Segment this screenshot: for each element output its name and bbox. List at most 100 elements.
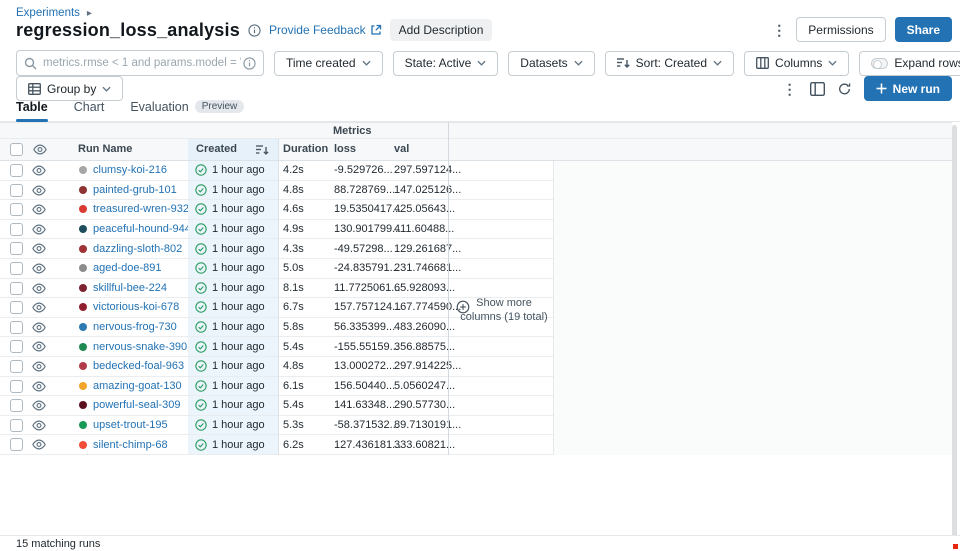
row-visibility-eye-icon[interactable]: [32, 438, 46, 451]
run-metric-val: 411.60488...: [394, 220, 454, 239]
side-panel-icon[interactable]: [810, 82, 825, 96]
row-visibility-eye-icon[interactable]: [32, 164, 46, 177]
row-visibility-eye-icon[interactable]: [32, 184, 46, 197]
row-visibility-eye-icon[interactable]: [32, 399, 46, 412]
expand-rows-toggle[interactable]: [871, 58, 888, 69]
search-input[interactable]: [43, 57, 241, 69]
run-name-link[interactable]: clumsy-koi-216: [93, 164, 167, 176]
column-header-loss[interactable]: loss: [334, 143, 356, 155]
table-row: amazing-goat-130 1 hour ago 6.1s 156.504…: [0, 377, 553, 397]
run-metric-val: 333.60821...: [394, 435, 455, 454]
run-name-link[interactable]: painted-grub-101: [93, 184, 177, 196]
row-checkbox[interactable]: [10, 321, 23, 334]
row-visibility-eye-icon[interactable]: [32, 203, 46, 216]
row-visibility-eye-icon[interactable]: [32, 282, 46, 295]
run-metric-loss: 127.436181...: [334, 435, 401, 454]
run-success-status-icon: [195, 243, 207, 255]
select-all-checkbox[interactable]: [10, 143, 23, 156]
run-metric-loss: 156.50440...: [334, 377, 395, 396]
overflow-menu-icon[interactable]: ⋮: [771, 18, 787, 42]
run-name-link[interactable]: skillful-bee-224: [93, 282, 167, 294]
state-filter-button[interactable]: State: Active: [393, 51, 499, 76]
run-duration: 5.8s: [283, 318, 304, 337]
run-name-link[interactable]: nervous-frog-730: [93, 321, 177, 333]
run-metric-loss: -58.371532...: [334, 416, 399, 435]
sort-descending-icon[interactable]: [256, 144, 269, 156]
row-visibility-eye-icon[interactable]: [32, 380, 46, 393]
run-name-link[interactable]: amazing-goat-130: [93, 380, 182, 392]
run-name-link[interactable]: aged-doe-891: [93, 262, 162, 274]
row-visibility-eye-icon[interactable]: [32, 242, 46, 255]
provide-feedback-link[interactable]: Provide Feedback: [269, 23, 382, 37]
run-name-link[interactable]: peaceful-hound-944: [93, 223, 191, 235]
row-checkbox[interactable]: [10, 223, 23, 236]
column-header-created[interactable]: Created: [196, 143, 237, 155]
row-checkbox[interactable]: [10, 164, 23, 177]
row-visibility-eye-icon[interactable]: [32, 321, 46, 334]
row-visibility-eye-icon[interactable]: [32, 301, 46, 314]
row-checkbox[interactable]: [10, 438, 23, 451]
tab-table[interactable]: Table: [16, 96, 48, 121]
refresh-icon[interactable]: [837, 82, 852, 96]
row-checkbox[interactable]: [10, 360, 23, 373]
row-visibility-eye-icon[interactable]: [32, 262, 46, 275]
share-button[interactable]: Share: [895, 17, 952, 42]
tab-evaluation[interactable]: Evaluation Preview: [130, 96, 244, 121]
run-success-status-icon: [195, 419, 207, 431]
run-name-link[interactable]: silent-chimp-68: [93, 439, 168, 451]
visibility-header-eye-icon[interactable]: [33, 143, 47, 156]
row-checkbox[interactable]: [10, 184, 23, 197]
permissions-button[interactable]: Permissions: [796, 17, 885, 42]
add-description-button[interactable]: Add Description: [390, 19, 493, 41]
run-color-dot: [79, 401, 87, 409]
row-checkbox[interactable]: [10, 340, 23, 353]
run-color-dot: [79, 441, 87, 449]
run-name-link[interactable]: upset-trout-195: [93, 419, 168, 431]
run-duration: 4.9s: [283, 220, 304, 239]
row-checkbox[interactable]: [10, 301, 23, 314]
row-visibility-eye-icon[interactable]: [32, 340, 46, 353]
row-checkbox[interactable]: [10, 282, 23, 295]
run-name-link[interactable]: bedecked-foal-963: [93, 360, 184, 372]
column-header-duration[interactable]: Duration: [283, 143, 328, 155]
column-header-run-name[interactable]: Run Name: [78, 143, 132, 155]
row-checkbox[interactable]: [10, 203, 23, 216]
table-row: upset-trout-195 1 hour ago 5.3s -58.3715…: [0, 416, 553, 436]
matching-runs-count: 15 matching runs: [16, 538, 100, 550]
run-metric-loss: -9.529726...: [334, 161, 393, 180]
row-visibility-eye-icon[interactable]: [32, 419, 46, 432]
table-row: treasured-wren-932 1 hour ago 4.6s 19.53…: [0, 200, 553, 220]
row-checkbox[interactable]: [10, 242, 23, 255]
breadcrumb-experiments-link[interactable]: Experiments: [16, 7, 80, 19]
row-checkbox[interactable]: [10, 399, 23, 412]
vertical-scrollbar[interactable]: [952, 125, 957, 540]
datasets-filter-button[interactable]: Datasets: [508, 51, 594, 76]
time-created-filter-button[interactable]: Time created: [274, 51, 383, 76]
column-header-val[interactable]: val: [394, 143, 409, 155]
row-visibility-eye-icon[interactable]: [32, 360, 46, 373]
search-box: [16, 50, 264, 76]
grid-line: [448, 122, 449, 455]
row-checkbox[interactable]: [10, 419, 23, 432]
run-success-status-icon: [195, 380, 207, 392]
row-checkbox[interactable]: [10, 262, 23, 275]
row-checkbox[interactable]: [10, 380, 23, 393]
show-more-columns-button[interactable]: Show more columns (19 total): [452, 296, 556, 324]
expand-rows-button[interactable]: Expand rows: [859, 51, 960, 76]
run-name-link[interactable]: victorious-koi-678: [93, 301, 179, 313]
grid-line: [278, 139, 279, 455]
run-metric-val: 231.746681...: [394, 259, 461, 278]
search-info-icon[interactable]: [243, 57, 256, 70]
run-name-link[interactable]: nervous-snake-390: [93, 341, 187, 353]
run-name-link[interactable]: dazzling-sloth-802: [93, 243, 182, 255]
info-icon[interactable]: [248, 24, 261, 37]
run-name-link[interactable]: powerful-seal-309: [93, 399, 180, 411]
run-duration: 4.3s: [283, 239, 304, 258]
tab-chart[interactable]: Chart: [74, 96, 105, 121]
columns-button[interactable]: Columns: [744, 51, 849, 76]
run-created-time: 1 hour ago: [212, 399, 265, 411]
run-name-link[interactable]: treasured-wren-932: [93, 203, 189, 215]
sort-button[interactable]: Sort: Created: [605, 51, 734, 76]
row-visibility-eye-icon[interactable]: [32, 223, 46, 236]
chevron-down-icon: [574, 60, 583, 66]
